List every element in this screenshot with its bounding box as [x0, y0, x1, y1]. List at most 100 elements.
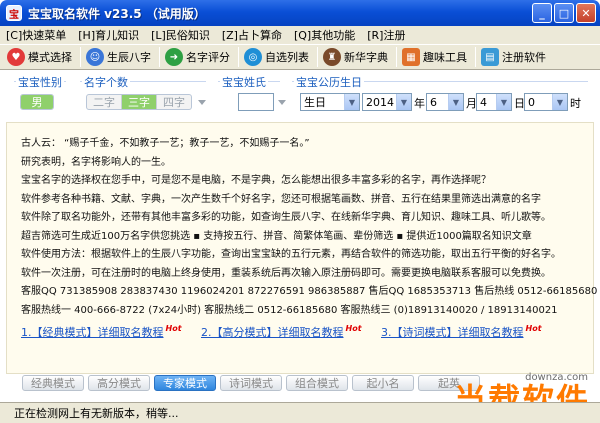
person-icon: ☺: [86, 48, 104, 66]
surname-group-label: 宝宝姓氏: [220, 74, 268, 90]
year-select[interactable]: 2014 ▼: [362, 93, 412, 111]
custom-list-button[interactable]: ◎ 自选列表: [241, 46, 315, 68]
info-line: 软件一次注册，可在注册时的电脑上终身使用，重装系统后再次输入原注册码即可。需要更…: [21, 267, 551, 279]
tutorial-link-wrapper: 1.【经典模式】详细取名教程 Hot: [21, 324, 201, 340]
windows-icon: ▦: [402, 48, 420, 66]
surname-arrow-icon: [278, 100, 286, 105]
tab-nickname[interactable]: 起小名: [352, 375, 414, 391]
tab-classic[interactable]: 经典模式: [22, 375, 84, 391]
dictionary-button[interactable]: ♜ 新华字典: [320, 46, 394, 68]
info-line: 客服热线一 400-666-8722 (7x24小时) 客服热线二 0512-6…: [21, 304, 558, 316]
fun-tools-label: 趣味工具: [423, 51, 467, 64]
maximize-button[interactable]: □: [554, 3, 574, 23]
name-count-selector[interactable]: 二字 三字 四字: [86, 94, 192, 110]
tutorial-link-wrapper: 3.【诗词模式】详细取名教程 Hot: [381, 324, 542, 340]
globe-icon: ◎: [244, 48, 262, 66]
tutorial-link-poetry[interactable]: 3.【诗词模式】详细取名教程: [381, 326, 524, 339]
birthday-group-label: 宝宝公历生日: [294, 74, 364, 90]
calendar-type-value: 生日: [304, 96, 326, 109]
tab-combo[interactable]: 组合模式: [286, 375, 348, 391]
toolbar-separator: [80, 47, 81, 67]
fun-tools-button[interactable]: ▦ 趣味工具: [399, 46, 473, 68]
surname-input[interactable]: [238, 93, 274, 111]
hour-value: 0: [528, 95, 535, 109]
chevron-down-icon[interactable]: ▼: [396, 94, 411, 110]
tutorial-link-wrapper: 2.【高分模式】详细取名教程 Hot: [201, 324, 381, 340]
info-line: 软件除了取名功能外，还带有其他丰富多彩的功能，如查询生辰八字、在线新华字典、育儿…: [21, 212, 551, 223]
info-line: 古人云： “赐子千金，不如教子一艺；教子一艺，不如赐子一名。”: [21, 138, 310, 149]
register-icon: ▤: [481, 48, 499, 66]
menu-other[interactable]: [Q]其他功能: [294, 27, 355, 43]
info-line: 软件使用方法：根据软件上的生辰八字功能，查询出宝宝缺的五行元素，再结合软件的筛选…: [21, 249, 561, 260]
info-line: 客服QQ 731385908 283837430 1196024201 8722…: [21, 286, 598, 297]
day-select[interactable]: 4 ▼: [476, 93, 512, 111]
tab-highscore[interactable]: 高分模式: [88, 375, 150, 391]
mode-tabs: 经典模式 高分模式 专家模式 诗词模式 组合模式 起小名 起英: [22, 375, 480, 391]
info-line: 研究表明，名字将影响人的一生。: [21, 156, 171, 168]
menu-parenting[interactable]: [H]育儿知识: [78, 27, 139, 43]
tutorial-link-classic[interactable]: 1.【经典模式】详细取名教程: [21, 326, 164, 339]
status-bar: 正在检测网上有无新版本，稍等...: [0, 402, 600, 423]
gender-toggle[interactable]: 男: [20, 94, 54, 110]
chevron-down-icon[interactable]: ▼: [448, 94, 463, 110]
mode-select-label: 模式选择: [28, 51, 72, 64]
name-score-button[interactable]: ➜ 名字评分: [162, 46, 236, 68]
hour-select[interactable]: 0 ▼: [524, 93, 568, 111]
hot-badge: Hot: [525, 324, 542, 334]
minimize-button[interactable]: _: [532, 3, 552, 23]
dictionary-label: 新华字典: [344, 51, 388, 64]
tab-expert[interactable]: 专家模式: [154, 375, 216, 391]
status-text: 正在检测网上有无新版本，稍等...: [14, 407, 179, 420]
close-button[interactable]: ✕: [576, 3, 596, 23]
month-select[interactable]: 6 ▼: [426, 93, 464, 111]
menu-bar: [C]快速菜单 [H]育儿知识 [L]民俗知识 [Z]占卜算命 [Q]其他功能 …: [0, 26, 600, 44]
name-score-label: 名字评分: [186, 51, 230, 64]
tab-poetry[interactable]: 诗词模式: [220, 375, 282, 391]
chevron-down-icon[interactable]: ▼: [552, 94, 567, 110]
count-group-label: 名字个数: [82, 74, 130, 90]
count-four[interactable]: 四字: [157, 95, 191, 109]
info-line: 软件参考各种书籍、文献、字典，一次产生数千个好名字，您还可根据笔画数、拼音、五行…: [21, 193, 541, 205]
calendar-type-select[interactable]: 生日 ▼: [300, 93, 360, 111]
menu-quick[interactable]: [C]快速菜单: [6, 27, 66, 43]
options-panel: 宝宝性别 男 名字个数 二字 三字 四字 宝宝姓氏 宝宝公历生日 生日 ▼ 20…: [6, 72, 594, 120]
register-button[interactable]: ▤ 注册软件: [478, 46, 552, 68]
gender-male[interactable]: 男: [21, 95, 53, 109]
menu-divination[interactable]: [Z]占卜算命: [222, 27, 282, 43]
app-icon: 宝: [6, 5, 22, 21]
count-arrow-icon: [198, 100, 206, 105]
toolbar-separator: [159, 47, 160, 67]
title-bar: 宝 宝宝取名软件 v23.5 （试用版） _ □ ✕: [0, 0, 600, 26]
count-three[interactable]: 三字: [122, 95, 157, 109]
tutorial-links: 1.【经典模式】详细取名教程 Hot 2.【高分模式】详细取名教程 Hot 3.【诗…: [21, 324, 593, 340]
scholar-icon: ♜: [323, 48, 341, 66]
bazi-button[interactable]: ☺ 生辰八字: [83, 46, 157, 68]
bazi-label: 生辰八字: [107, 51, 151, 64]
info-panel: 古人云： “赐子千金，不如教子一艺；教子一艺，不如赐子一名。” 研究表明，名字将…: [6, 122, 598, 374]
heart-icon: ♥: [7, 48, 25, 66]
tutorial-link-highscore[interactable]: 2.【高分模式】详细取名教程: [201, 326, 344, 339]
arrow-right-icon: ➜: [165, 48, 183, 66]
hot-badge: Hot: [165, 324, 182, 334]
count-two[interactable]: 二字: [87, 95, 122, 109]
mode-select-button[interactable]: ♥ 模式选择: [4, 46, 78, 68]
toolbar-separator: [396, 47, 397, 67]
toolbar: ♥ 模式选择 ☺ 生辰八字 ➜ 名字评分 ◎ 自选列表 ♜ 新华字典 ▦ 趣味工…: [0, 44, 600, 70]
register-label: 注册软件: [502, 51, 546, 64]
info-line: 宝宝名字的选择权在您手中，可是您不是电脑，不是字典，怎么能想出很多丰富多彩的名字…: [21, 175, 491, 186]
menu-register[interactable]: [R]注册: [367, 27, 405, 43]
chevron-down-icon[interactable]: ▼: [496, 94, 511, 110]
toolbar-separator: [317, 47, 318, 67]
month-value: 6: [430, 95, 437, 109]
window-title: 宝宝取名软件 v23.5 （试用版）: [28, 6, 206, 21]
hot-badge: Hot: [345, 324, 362, 334]
gender-group-label: 宝宝性别: [16, 74, 64, 90]
custom-list-label: 自选列表: [265, 51, 309, 64]
toolbar-separator: [475, 47, 476, 67]
year-unit: 年: [414, 97, 425, 110]
menu-folk[interactable]: [L]民俗知识: [151, 27, 210, 43]
hour-unit: 时: [570, 97, 581, 110]
info-line: 超吉筛选可生成近100万名字供您挑选 ▪ 支持按五行、拼音、简繁体笔画、辈份筛选…: [21, 230, 532, 242]
day-value: 4: [480, 95, 487, 109]
chevron-down-icon[interactable]: ▼: [344, 94, 359, 110]
